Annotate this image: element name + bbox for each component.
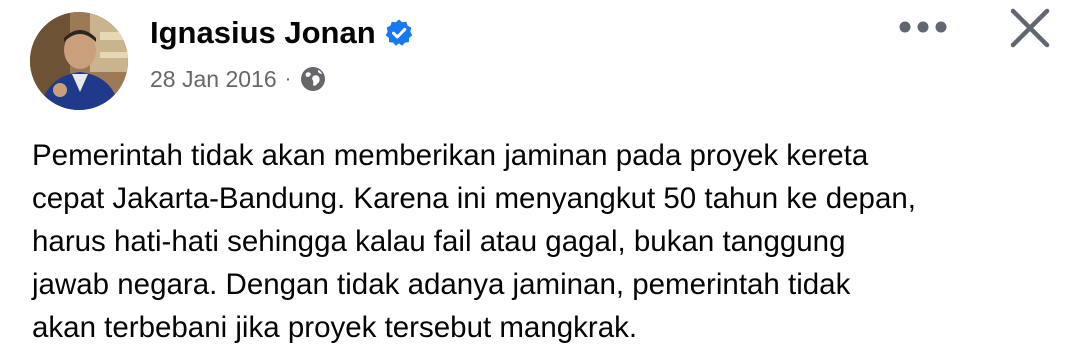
avatar[interactable]	[30, 12, 128, 110]
post-text-line: harus hati-hati sehingga kalau fail atau…	[32, 225, 846, 258]
post-date[interactable]: 28 Jan 2016	[150, 64, 277, 94]
verified-badge-icon	[384, 18, 414, 48]
more-options-button[interactable]	[896, 10, 950, 44]
post-text-line: cepat Jakarta-Bandung. Karena ini menyan…	[32, 182, 916, 215]
avatar-photo	[30, 12, 128, 110]
post-text-line: jawab negara. Dengan tidak adanya jamina…	[32, 268, 851, 301]
post-meta: 28 Jan 2016 ·	[150, 64, 327, 94]
close-button[interactable]	[1004, 6, 1056, 50]
globe-icon[interactable]	[299, 65, 327, 93]
post-text-line: Pemerintah tidak akan memberikan jaminan…	[32, 139, 869, 172]
author-name[interactable]: Ignasius Jonan	[150, 14, 376, 52]
facebook-post: Ignasius Jonan 28 Jan 2016 · Pemerintah …	[0, 0, 1080, 355]
post-text-line: akan terbebani jika proyek tersebut mang…	[32, 311, 638, 344]
more-options-icon	[899, 21, 947, 33]
author-name-row: Ignasius Jonan	[150, 14, 414, 52]
close-icon	[1010, 8, 1050, 48]
meta-separator: ·	[284, 68, 292, 90]
post-body-text: Pemerintah tidak akan memberikan jaminan…	[32, 134, 1062, 349]
